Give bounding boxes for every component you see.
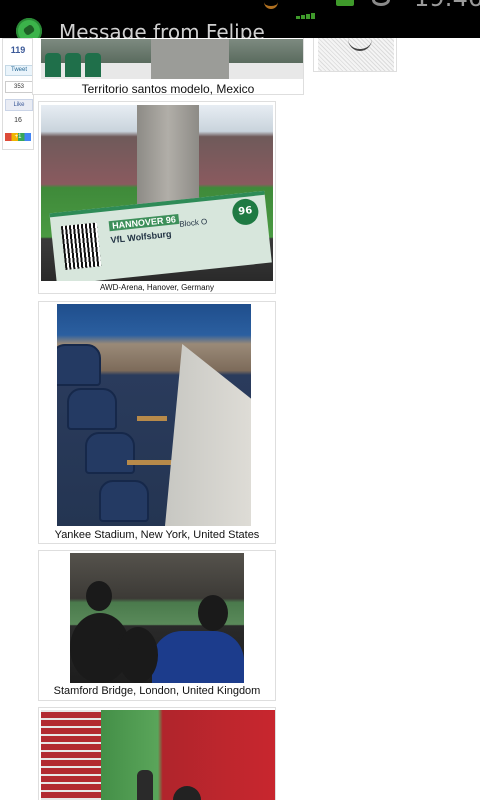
photo-card: Stamford Bridge, London, United Kingdom — [38, 550, 276, 701]
ticket-match: VfL Wolfsburg — [110, 228, 172, 246]
photo-card: HANNOVER 96 VfL Wolfsburg Block O 96 AWD… — [38, 101, 276, 294]
stadium-photo[interactable] — [70, 553, 244, 683]
stadium-photo[interactable] — [57, 304, 251, 526]
wall-shape — [165, 344, 251, 526]
seat-shape — [65, 53, 81, 77]
alarm-icon — [372, 0, 390, 6]
seat-shape — [85, 53, 101, 77]
armrest-shape — [137, 416, 167, 421]
stadium-photo[interactable] — [41, 39, 303, 79]
spectator-shape — [173, 786, 201, 800]
spectator-shape — [198, 595, 228, 631]
pillar-shape — [151, 39, 229, 79]
match-ticket: HANNOVER 96 VfL Wolfsburg Block O 96 — [49, 190, 272, 281]
photo-caption: Stamford Bridge, London, United Kingdom — [53, 685, 261, 697]
social-share-bar: 119 Tweet 353 Like 16 +1 — [2, 38, 34, 150]
seat-shape — [45, 53, 61, 77]
signal-icon — [296, 0, 320, 19]
like-count: 16 — [14, 117, 22, 124]
photo-caption: Yankee Stadium, New York, United States — [54, 529, 260, 541]
club-badge-icon: 96 — [231, 197, 260, 227]
spectator-shape — [152, 631, 244, 683]
whatsapp-icon — [16, 18, 42, 38]
share-count: 119 — [10, 45, 26, 55]
photo-card — [38, 707, 276, 800]
spectator-shape — [118, 627, 158, 683]
stadium-photo[interactable] — [41, 710, 275, 800]
tweet-button[interactable]: Tweet — [5, 65, 33, 76]
photo-caption: Territorio santos modelo, Mexico — [81, 82, 255, 96]
tweet-count: 353 — [5, 81, 33, 93]
seat-shape — [57, 344, 101, 386]
wifi-icon — [264, 0, 278, 9]
barcode-icon — [60, 222, 102, 271]
seat-shape — [67, 388, 117, 430]
battery-icon — [336, 0, 354, 6]
seat-shape — [99, 480, 149, 522]
spectator-shape — [86, 581, 112, 611]
stand-shape — [41, 710, 101, 800]
photo-card: Yankee Stadium, New York, United States — [38, 301, 276, 544]
seat-shape — [85, 432, 135, 474]
photo-caption: AWD-Arena, Hanover, Germany — [100, 283, 214, 292]
status-bar[interactable]: Message from Felipe 19:46 — [0, 0, 480, 38]
ticket-block: Block O — [178, 216, 208, 229]
spectator-shape — [137, 770, 153, 800]
stadium-photo[interactable]: HANNOVER 96 VfL Wolfsburg Block O 96 — [41, 105, 273, 281]
notification-text[interactable]: Message from Felipe — [59, 20, 265, 38]
facebook-like-button[interactable]: Like — [5, 99, 33, 111]
google-plus-button[interactable]: +1 — [5, 133, 31, 141]
clock: 19:46 — [414, 0, 480, 10]
